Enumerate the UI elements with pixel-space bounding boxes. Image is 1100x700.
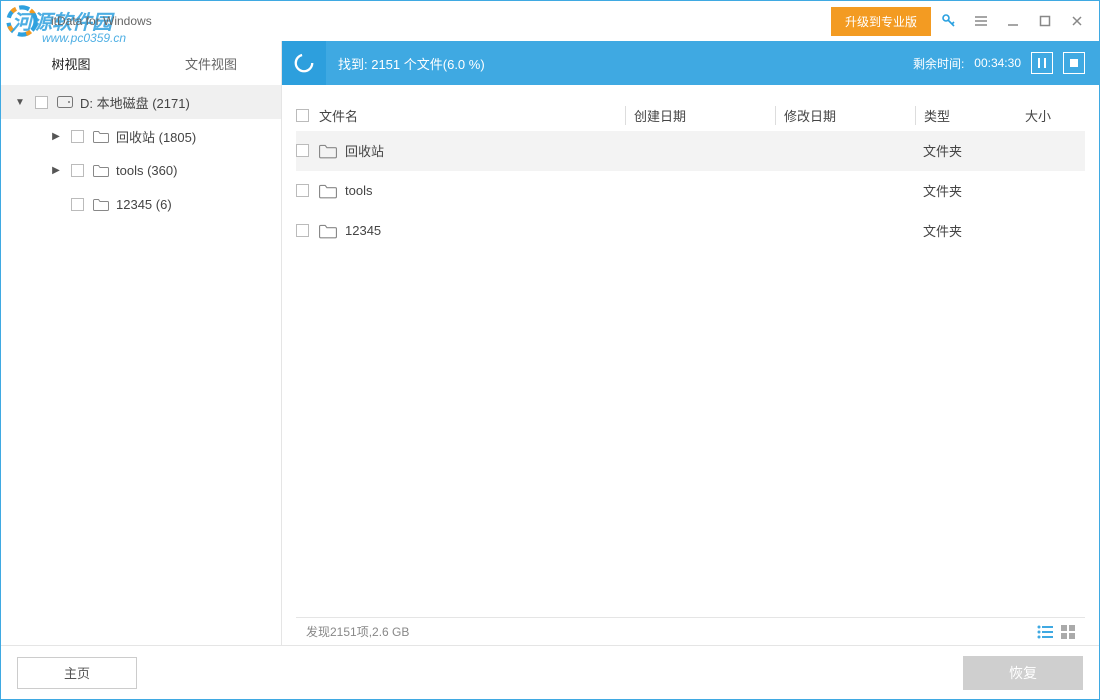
maximize-button[interactable] <box>1031 7 1059 35</box>
spinner-icon <box>282 41 326 85</box>
tree-item[interactable]: ▶ 回收站 (1805) <box>1 119 281 153</box>
checkbox[interactable] <box>296 224 309 237</box>
grid-view-icon[interactable] <box>1061 625 1075 639</box>
table-row[interactable]: 回收站 文件夹 <box>296 131 1085 171</box>
col-create[interactable]: 创建日期 <box>625 106 775 125</box>
sidebar: 树视图 文件视图 ▼ D: 本地磁盘 (2171) ▶ 回收站 (1805) ▶… <box>1 41 281 645</box>
folder-icon <box>92 130 110 143</box>
key-icon[interactable] <box>935 7 963 35</box>
remaining-time: 00:34:30 <box>974 56 1021 70</box>
checkbox[interactable] <box>71 130 84 143</box>
titlebar: itData for Windows 河源软件园 www.pc0359.cn 升… <box>1 1 1099 41</box>
home-button[interactable]: 主页 <box>17 657 137 689</box>
col-type[interactable]: 类型 <box>915 106 1025 125</box>
table-header: 文件名 创建日期 修改日期 类型 大小 <box>296 99 1085 131</box>
stop-button[interactable] <box>1063 52 1085 74</box>
app-logo: itData for Windows <box>5 4 152 38</box>
tree-item[interactable]: ▶ tools (360) <box>1 153 281 187</box>
upgrade-button[interactable]: 升级到专业版 <box>831 7 931 36</box>
checkbox[interactable] <box>296 184 309 197</box>
checkbox[interactable] <box>296 144 309 157</box>
col-name[interactable]: 文件名 <box>319 106 625 125</box>
folder-icon <box>319 222 337 240</box>
folder-icon <box>92 198 110 211</box>
chevron-right-icon[interactable]: ▶ <box>49 165 63 176</box>
chevron-down-icon[interactable]: ▼ <box>13 97 27 108</box>
tree-item[interactable]: 12345 (6) <box>1 187 281 221</box>
recover-button[interactable]: 恢复 <box>963 656 1083 690</box>
checkbox[interactable] <box>35 96 48 109</box>
tab-tree-view[interactable]: 树视图 <box>1 41 141 85</box>
remaining-label: 剩余时间: <box>913 55 964 72</box>
status-bar: 发现2151项,2.6 GB <box>296 617 1085 645</box>
minimize-button[interactable] <box>999 7 1027 35</box>
scan-found-text: 找到: 2151 个文件(6.0 %) <box>338 54 485 73</box>
view-tabs: 树视图 文件视图 <box>1 41 281 85</box>
folder-icon <box>319 182 337 200</box>
footer: 主页 恢复 <box>1 645 1099 699</box>
list-view-icon[interactable] <box>1037 625 1053 639</box>
scan-progress-bar: 找到: 2151 个文件(6.0 %) 剩余时间: 00:34:30 <box>282 41 1099 85</box>
folder-icon <box>319 142 337 160</box>
select-all-checkbox[interactable] <box>296 109 309 122</box>
file-table: 文件名 创建日期 修改日期 类型 大小 回收站 文件夹 tools <box>282 85 1099 645</box>
app-title: itData for Windows <box>51 14 152 28</box>
tree: ▼ D: 本地磁盘 (2171) ▶ 回收站 (1805) ▶ tools (3… <box>1 85 281 645</box>
checkbox[interactable] <box>71 164 84 177</box>
table-row[interactable]: 12345 文件夹 <box>296 211 1085 251</box>
status-text: 发现2151项,2.6 GB <box>306 623 409 640</box>
folder-icon <box>92 164 110 177</box>
tab-file-view[interactable]: 文件视图 <box>141 41 281 85</box>
checkbox[interactable] <box>71 198 84 211</box>
pause-button[interactable] <box>1031 52 1053 74</box>
col-modify[interactable]: 修改日期 <box>775 106 915 125</box>
hamburger-icon[interactable] <box>967 7 995 35</box>
col-size[interactable]: 大小 <box>1025 106 1085 125</box>
close-button[interactable] <box>1063 7 1091 35</box>
table-body: 回收站 文件夹 tools 文件夹 12345 <box>296 131 1085 617</box>
drive-icon <box>56 96 74 108</box>
tree-root[interactable]: ▼ D: 本地磁盘 (2171) <box>1 85 281 119</box>
table-row[interactable]: tools 文件夹 <box>296 171 1085 211</box>
main-panel: 找到: 2151 个文件(6.0 %) 剩余时间: 00:34:30 文件名 创… <box>281 41 1099 645</box>
chevron-right-icon[interactable]: ▶ <box>49 131 63 142</box>
